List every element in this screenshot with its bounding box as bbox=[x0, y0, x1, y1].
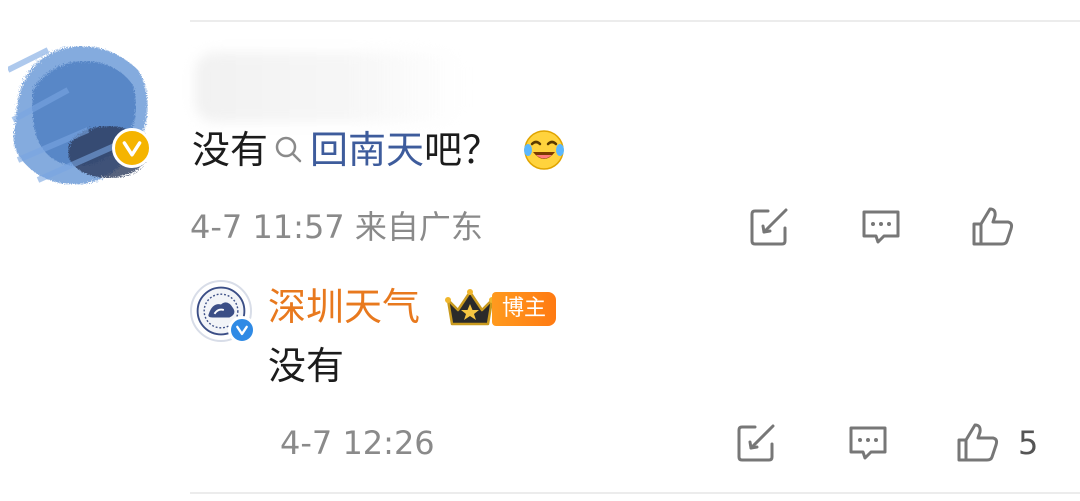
reply-repost-button[interactable] bbox=[733, 420, 779, 466]
search-icon bbox=[275, 136, 302, 163]
like-button[interactable] bbox=[970, 204, 1016, 250]
like-icon bbox=[957, 423, 999, 462]
laugh-cry-emoji bbox=[524, 130, 565, 170]
repost-icon bbox=[737, 424, 775, 462]
like-icon bbox=[972, 207, 1014, 246]
comment-text-after: 吧？ bbox=[424, 128, 501, 172]
comment-text-before: 没有 bbox=[192, 128, 269, 172]
comment-icon bbox=[849, 426, 887, 460]
blogger-badge: 博主 bbox=[492, 292, 557, 326]
reply-meta: 4-7 12:26 bbox=[280, 423, 435, 463]
reply-author[interactable]: 深圳天气 bbox=[268, 282, 420, 332]
reply-like-button[interactable] bbox=[955, 420, 1001, 466]
reply-text: 没有 bbox=[268, 344, 345, 388]
comment-time: 4-7 11:57 bbox=[190, 208, 345, 246]
blurred-username bbox=[195, 52, 465, 122]
verified-badge bbox=[228, 316, 256, 344]
comment-button[interactable] bbox=[858, 204, 904, 250]
top-divider bbox=[190, 20, 1080, 22]
reply-comment-button[interactable] bbox=[845, 420, 891, 466]
reply-time: 4-7 12:26 bbox=[280, 424, 435, 462]
comment-text: 没有 回南天 吧？ bbox=[192, 124, 566, 176]
search-link[interactable]: 回南天 bbox=[268, 124, 424, 176]
search-link-label: 回南天 bbox=[310, 128, 425, 172]
comment-meta: 4-7 11:57 来自广东 bbox=[190, 207, 483, 247]
bottom-divider bbox=[190, 492, 1080, 494]
crown-icon bbox=[444, 286, 496, 330]
repost-icon bbox=[750, 208, 788, 246]
like-count: 5 bbox=[1018, 424, 1039, 462]
comment-location: 来自广东 bbox=[354, 208, 483, 246]
comment-icon bbox=[862, 210, 900, 244]
repost-button[interactable] bbox=[746, 204, 792, 250]
verified-badge bbox=[112, 128, 152, 168]
